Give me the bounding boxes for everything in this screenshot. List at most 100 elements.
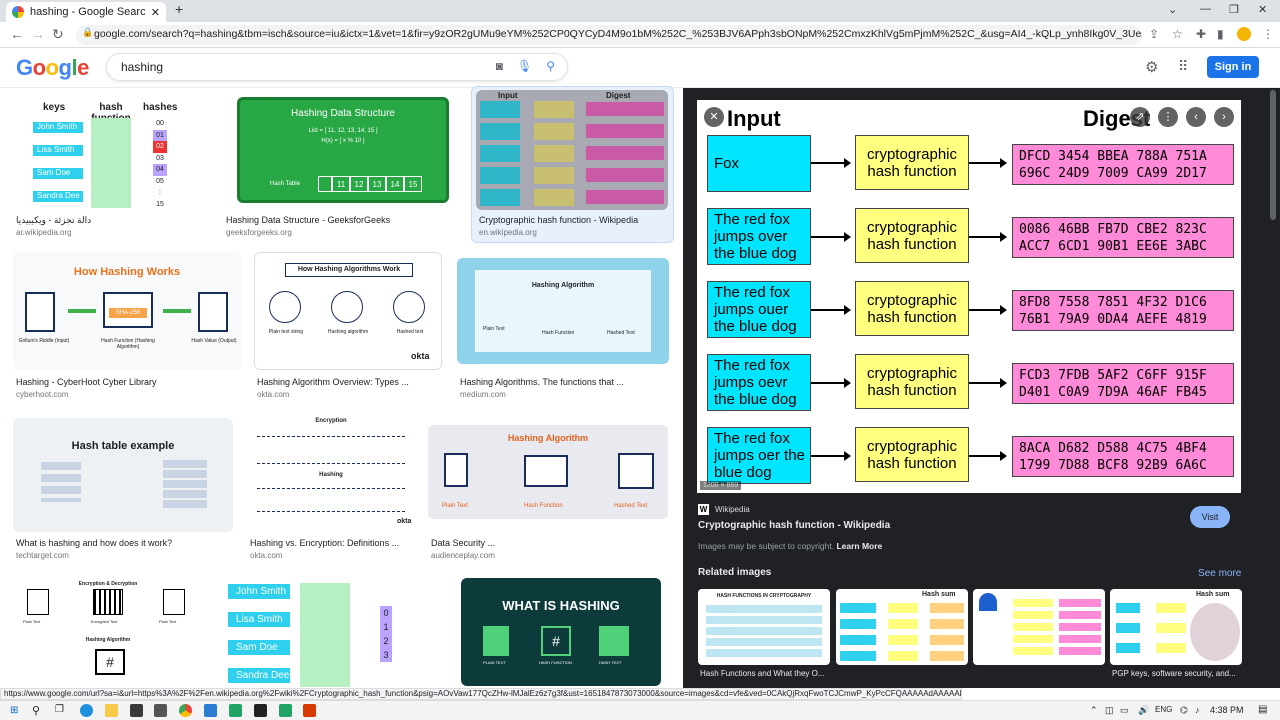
arrow-icon <box>811 232 851 242</box>
volume-icon[interactable]: 🔊 <box>1138 705 1149 716</box>
browser-tab-bar: hashing - Google Search ✕ + ⌄ — ❐ ✕ <box>0 0 1280 22</box>
result-caption[interactable]: Hashing - CyberHoot Cyber Library <box>16 377 236 387</box>
close-tab-icon[interactable]: ✕ <box>151 6 160 19</box>
side-panel-icon[interactable]: ▮ <box>1217 27 1224 41</box>
tray-chevron-icon[interactable]: ⌃ <box>1090 705 1098 716</box>
thumb-bucket-list <box>163 460 207 508</box>
result-source: okta.com <box>257 390 290 399</box>
powerpoint-icon[interactable] <box>303 704 316 717</box>
forward-arrow-icon[interactable]: → <box>31 26 45 42</box>
excel-icon[interactable] <box>279 704 292 717</box>
related-caption[interactable]: PGP keys, software security, and... <box>1112 669 1242 678</box>
result-image-12[interactable]: WHAT IS HASHING # PLAIN TEXT HASH FUNCTI… <box>461 578 661 686</box>
edge-icon[interactable] <box>80 704 93 717</box>
battery-icon[interactable]: ▭ <box>1120 705 1129 716</box>
visit-button[interactable]: Visit <box>1190 506 1230 528</box>
result-caption[interactable]: Hashing Algorithms. The functions that .… <box>460 377 665 387</box>
key-box: Lisa Smith <box>228 612 290 627</box>
result-image-5[interactable]: How Hashing Algorithms Work Plain text s… <box>254 252 442 370</box>
search-input[interactable]: hashing ◙ 🎙 ⚲ <box>106 53 568 81</box>
store-icon[interactable] <box>130 704 143 717</box>
thumb-text: Hash Table <box>270 181 300 187</box>
share-icon[interactable]: ⇪ <box>1149 27 1159 41</box>
taskbar-clock[interactable]: 4:38 PM <box>1210 705 1244 715</box>
result-image-4[interactable]: How Hashing Works SHA-256 Gollum's Riddl… <box>13 252 241 370</box>
terminal-icon[interactable] <box>254 704 267 717</box>
chrome-icon[interactable] <box>179 704 192 717</box>
result-image-2[interactable]: Hashing Data Structure List = [ 11, 12, … <box>237 97 449 203</box>
digest-box: FCD3 7FDB 5AF2 C6FF 915F D401 C0A9 7D9A 4… <box>1012 363 1234 404</box>
related-image-4[interactable]: Hash sum <box>1110 589 1242 665</box>
more-options-icon[interactable]: ⋮ <box>1158 107 1178 127</box>
result-image-3[interactable]: Input Digest <box>476 90 668 210</box>
tab-search-chevron-icon[interactable]: ⌄ <box>1168 3 1177 16</box>
profile-avatar[interactable] <box>1237 27 1251 41</box>
back-arrow-icon[interactable]: ← <box>10 26 24 42</box>
result-image-11[interactable]: John Smith Lisa Smith Sam Doe Sandra Dee… <box>214 575 410 687</box>
reload-icon[interactable]: ↻ <box>52 26 64 43</box>
bookmark-star-icon[interactable]: ☆ <box>1172 27 1183 41</box>
minimize-icon[interactable]: — <box>1200 3 1211 15</box>
result-source: audienceplay.com <box>431 551 495 560</box>
result-caption[interactable]: دالة تجزئة - ويكيبيديا <box>16 215 206 226</box>
language-indicator[interactable]: ENG <box>1155 705 1172 714</box>
extensions-puzzle-icon[interactable]: ✚ <box>1196 27 1206 41</box>
preview-source[interactable]: W Wikipedia <box>698 504 750 515</box>
key-box: John Smith <box>228 584 290 599</box>
file-explorer-icon[interactable] <box>105 704 118 717</box>
browser-tab[interactable]: hashing - Google Search ✕ <box>6 2 166 22</box>
learn-more-link[interactable]: Learn More <box>836 541 882 551</box>
related-image-3[interactable] <box>973 589 1105 665</box>
result-image-8[interactable]: Encryption Hashing okta <box>247 412 415 530</box>
close-window-icon[interactable]: ✕ <box>1258 3 1267 16</box>
app-icon[interactable] <box>204 704 217 717</box>
search-icon[interactable]: ⚲ <box>546 59 555 73</box>
tray-app-icon[interactable]: ◫ <box>1105 705 1114 716</box>
previous-image-icon[interactable]: ‹ <box>1186 107 1206 127</box>
result-caption[interactable]: Hashing vs. Encryption: Definitions ... <box>250 538 425 548</box>
mail-icon[interactable] <box>154 704 167 717</box>
speaker-icon[interactable]: ♪ <box>1195 705 1200 715</box>
hash-function-box: cryptographic hash function <box>855 354 969 409</box>
preview-title[interactable]: Cryptographic hash function - Wikipedia <box>698 520 890 531</box>
taskbar-search-icon[interactable]: ⚲ <box>32 704 40 717</box>
url-field[interactable]: 🔒 google.com/search?q=hashing&tbm=isch&s… <box>76 25 1142 45</box>
result-image-6[interactable]: Hashing Algorithm Plain Text Hash Functi… <box>457 258 669 364</box>
notifications-icon[interactable]: ▤ <box>1258 704 1267 715</box>
result-image-7[interactable]: Hash table example <box>13 418 233 532</box>
result-image-1[interactable]: keys hash function hashes John Smith Lis… <box>13 92 211 210</box>
microphone-icon[interactable]: 🎙 <box>517 59 532 73</box>
thumb-text: Hashing <box>319 472 343 478</box>
task-view-icon[interactable]: ❐ <box>55 704 64 715</box>
close-preview-icon[interactable]: ✕ <box>704 107 724 127</box>
apps-grid-icon[interactable]: ⠿ <box>1178 58 1188 75</box>
settings-gear-icon[interactable]: ⚙ <box>1145 58 1158 76</box>
new-tab-icon[interactable]: + <box>175 1 183 17</box>
address-bar-row: ← → ↻ 🔒 google.com/search?q=hashing&tbm=… <box>0 22 1280 48</box>
hash-function-band <box>300 583 350 687</box>
app-icon[interactable] <box>229 704 242 717</box>
preview-image[interactable]: Input Digest Fox cryptographic hash func… <box>697 100 1241 493</box>
result-caption[interactable]: Data Security ... <box>431 538 666 548</box>
see-more-link[interactable]: See more <box>1198 568 1241 579</box>
browser-menu-icon[interactable]: ⋮ <box>1262 27 1274 41</box>
result-image-9[interactable]: Hashing Algorithm Plain Text Hash Functi… <box>428 425 668 519</box>
result-caption[interactable]: Hashing Algorithm Overview: Types ... <box>257 377 447 387</box>
panel-scrollbar[interactable] <box>1270 90 1276 220</box>
lock-icon: 🔒 <box>82 27 94 37</box>
result-caption[interactable]: Hashing Data Structure - GeeksforGeeks <box>226 215 456 225</box>
related-image-1[interactable]: HASH FUNCTIONS IN CRYPTOGRAPHY <box>698 589 830 665</box>
share-preview-icon[interactable]: ⇗ <box>1130 107 1150 127</box>
camera-search-icon[interactable]: ◙ <box>496 59 503 73</box>
sign-in-button[interactable]: Sign in <box>1207 56 1259 78</box>
result-caption[interactable]: Cryptographic hash function - Wikipedia <box>479 215 669 225</box>
windows-start-icon[interactable]: ⊞ <box>10 705 18 716</box>
related-caption[interactable]: Hash Functions and What they O... <box>700 669 832 678</box>
google-logo[interactable]: Google <box>16 55 89 81</box>
next-image-icon[interactable]: › <box>1214 107 1234 127</box>
result-image-10[interactable]: Encryption & Decryption Plain Text Encry… <box>13 575 203 687</box>
restore-icon[interactable]: ❐ <box>1229 3 1239 16</box>
network-icon[interactable]: ⌬ <box>1180 705 1188 716</box>
result-caption[interactable]: What is hashing and how does it work? <box>16 538 236 548</box>
related-image-2[interactable]: Hash sum <box>836 589 968 665</box>
